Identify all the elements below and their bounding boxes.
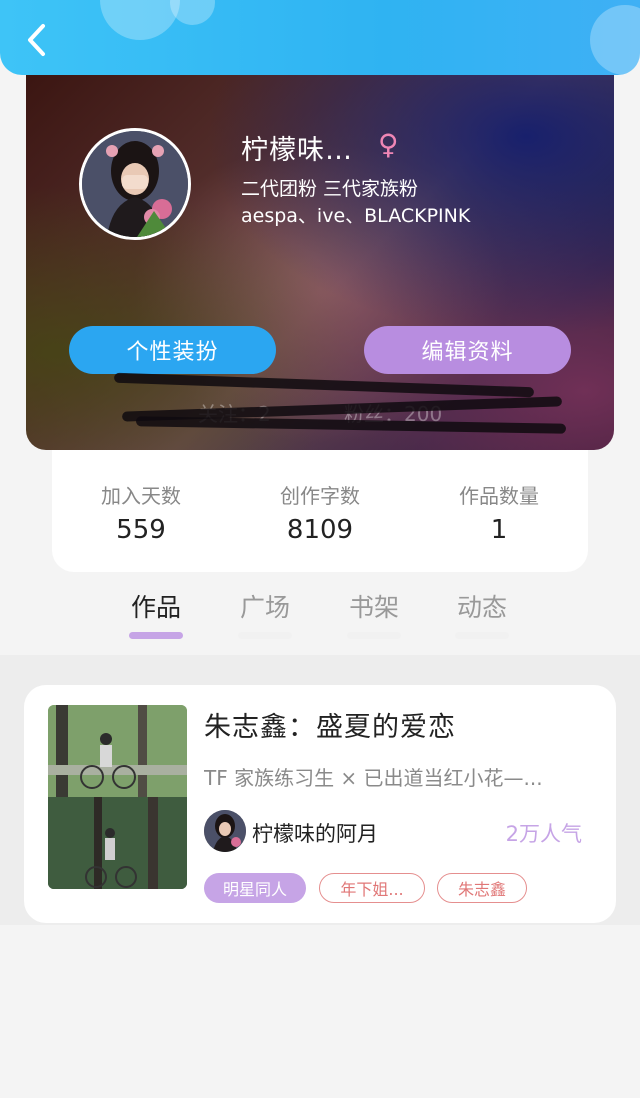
tab-label: 书架 [348,593,399,622]
decor-bubble [590,5,640,75]
work-title[interactable]: 朱志鑫：盛夏的爱恋 [204,705,456,744]
tab-square[interactable]: 广场 [225,588,305,639]
scribble-redaction [113,372,535,398]
stat-label: 作品数量 [459,484,539,508]
top-nav-bar [0,0,640,75]
tab-label: 动态 [456,593,507,622]
avatar-image [82,131,188,237]
tab-indicator [455,632,509,639]
author-name[interactable]: 柠檬味的阿月 [252,818,378,848]
decor-bubble [100,0,180,40]
work-cover-image[interactable] [48,705,187,889]
stat-value: 8109 [286,515,354,545]
stat-work-count: 作品数量 1 [410,480,588,545]
profile-card: 柠檬味… ♀ 二代团粉 三代家族粉 aespa、ive、BLACKPINK 个性… [26,58,614,450]
dress-up-button[interactable]: 个性装扮 [69,326,276,374]
bio-line-2: aespa、ive、BLACKPINK [241,205,471,227]
stats-panel: 加入天数 559 创作字数 8109 作品数量 1 [52,440,588,572]
avatar[interactable] [79,128,191,240]
stat-word-count: 创作字数 8109 [231,480,409,545]
gender-female-icon: ♀ [378,128,399,161]
decor-bubble [170,0,215,25]
nickname: 柠檬味… [241,135,353,166]
tab-bookshelf[interactable]: 书架 [334,588,414,639]
tag-keyword[interactable]: 朱志鑫 [437,873,527,903]
stat-label: 创作字数 [280,484,360,508]
tab-activity[interactable]: 动态 [442,588,522,639]
stat-label: 加入天数 [101,484,181,508]
tab-works[interactable]: 作品 [116,588,196,639]
tab-indicator [129,632,183,639]
stat-value: 559 [116,515,166,545]
tag-keyword[interactable]: 年下姐... [319,873,425,903]
tab-indicator [347,632,401,639]
author-avatar[interactable] [204,810,246,852]
back-button[interactable] [18,20,54,60]
stat-value: 1 [490,515,508,545]
tab-label: 广场 [239,593,290,622]
tab-indicator [238,632,292,639]
work-card[interactable]: 朱志鑫：盛夏的爱恋 TF 家族练习生 × 已出道当红小花—... 柠檬味的阿月 … [24,685,616,923]
cover-photo [48,705,187,889]
author-avatar-image [204,810,246,852]
work-description: TF 家族练习生 × 已出道当红小花—... [204,766,543,790]
stat-join-days: 加入天数 559 [52,480,230,545]
chevron-left-icon [28,24,45,56]
edit-profile-button[interactable]: 编辑资料 [364,326,571,374]
tab-bar: 作品 广场 书架 动态 [0,588,640,648]
bio-line-1: 二代团粉 三代家族粉 [241,178,419,200]
tag-category[interactable]: 明星同人 [204,873,306,903]
popularity-count: 2万人气 [505,822,582,846]
tab-label: 作品 [130,593,181,622]
